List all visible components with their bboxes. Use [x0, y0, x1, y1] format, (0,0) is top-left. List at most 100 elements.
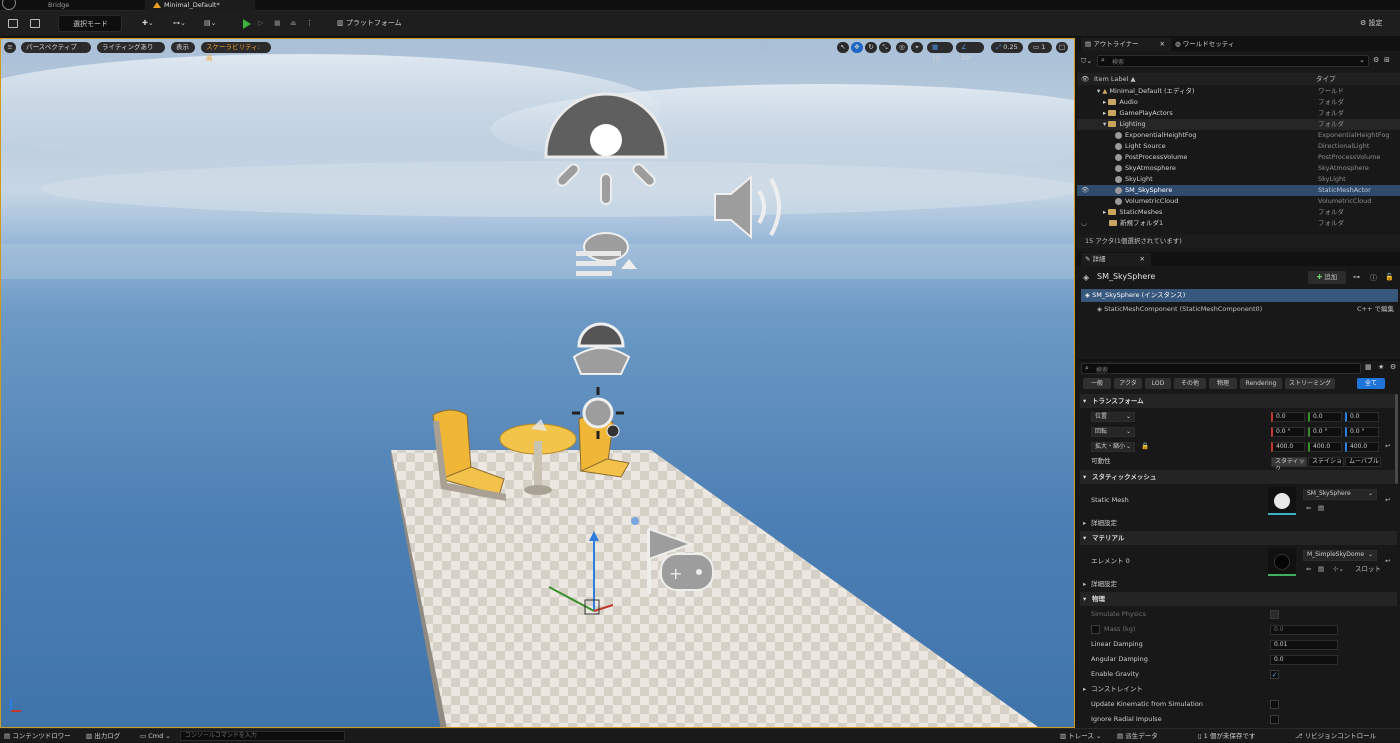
details-search-input[interactable]: ⌕ 検索	[1081, 363, 1361, 374]
revision-control-button[interactable]: ⎇ リビジョンコントロール	[1295, 729, 1376, 743]
visibility-icon[interactable]: 👁	[1081, 185, 1089, 196]
settings-button[interactable]: ⚙ 設定	[1355, 15, 1397, 32]
cmd-dropdown[interactable]: ▭ Cmd ⌄	[140, 729, 171, 743]
world-space-icon[interactable]: ◎	[896, 42, 908, 53]
unsaved-button[interactable]: ▯ 1 個が未保存です	[1198, 729, 1255, 743]
surface-snap-icon[interactable]: ⌖	[911, 42, 923, 53]
scale-y-field[interactable]: 400.0	[1308, 442, 1342, 452]
details-settings-icon[interactable]: ⚙	[1390, 363, 1396, 371]
grid-snap-toggle[interactable]: ▦ 10	[927, 42, 953, 62]
filter-streaming[interactable]: ストリーミング	[1285, 378, 1335, 389]
output-log-button[interactable]: ▥ 出力ログ	[86, 729, 120, 743]
location-y-field[interactable]: 0.0	[1308, 412, 1342, 422]
rotation-pitch-field[interactable]: 0.0 °	[1308, 427, 1342, 437]
outliner-add-icon[interactable]: ⊞	[1384, 56, 1390, 64]
reset-icon[interactable]: ↩	[1385, 439, 1390, 454]
help-icon[interactable]: ⓘ	[1370, 273, 1377, 283]
move-tool-icon[interactable]: ✥	[851, 42, 863, 53]
linear-damping-field[interactable]: 0.01	[1270, 640, 1338, 650]
location-mode-dropdown[interactable]: 位置 ⌄	[1091, 412, 1135, 422]
column-item-label[interactable]: Item Label ▲	[1094, 73, 1135, 85]
advanced-row[interactable]: ▸ 詳細設定	[1077, 516, 1400, 531]
tab-outliner[interactable]: ▤ アウトライナー ✕	[1081, 38, 1171, 51]
tree-row[interactable]: Light Source DirectionalLight	[1077, 141, 1400, 152]
outliner-settings-icon[interactable]: ⚙	[1373, 56, 1379, 64]
console-input[interactable]: コンソールコマンドを入力	[180, 731, 345, 741]
filter-actor[interactable]: アクタ	[1114, 378, 1142, 389]
rotation-yaw-field[interactable]: 0.0 °	[1345, 427, 1379, 437]
scale-snap-toggle[interactable]: ⤢ 0.25	[991, 42, 1023, 53]
hidden-eye-icon[interactable]: ◡	[1081, 218, 1087, 229]
simulate-physics-checkbox[interactable]	[1270, 610, 1279, 619]
tree-row[interactable]: SkyAtmosphere SkyAtmosphere	[1077, 163, 1400, 174]
browse-icon[interactable]	[27, 15, 43, 32]
enable-gravity-checkbox[interactable]: ✓	[1270, 670, 1279, 679]
scale-z-field[interactable]: 400.0	[1345, 442, 1379, 452]
outliner-search-input[interactable]: ⌕ 検索 ⌄	[1097, 55, 1369, 67]
update-kinematic-checkbox[interactable]	[1270, 700, 1279, 709]
reset-icon[interactable]: ↩	[1385, 493, 1390, 508]
filter-general[interactable]: 一般	[1083, 378, 1111, 389]
rotation-snap-toggle[interactable]: ∠ 10°	[956, 42, 984, 62]
tree-row[interactable]: ▸ Audio フォルダ	[1077, 97, 1400, 108]
slot-options-icon[interactable]: ⊹⌄	[1333, 563, 1344, 575]
tree-row[interactable]: ExponentialHeightFog ExponentialHeightFo…	[1077, 130, 1400, 141]
tree-row[interactable]: PostProcessVolume PostProcessVolume	[1077, 152, 1400, 163]
lock-icon[interactable]: 🔓	[1385, 273, 1394, 281]
outliner-filter-icon[interactable]: ⛉⌄	[1081, 57, 1092, 66]
location-z-field[interactable]: 0.0	[1345, 412, 1379, 422]
blueprint-icon[interactable]: ⊶	[1353, 273, 1360, 281]
section-physics[interactable]: ▾ 物理	[1080, 592, 1397, 606]
mass-field[interactable]: 0.0	[1270, 625, 1338, 635]
tree-row-selected[interactable]: 👁 SM_SkySphere StaticMeshActor	[1077, 185, 1400, 196]
content-drawer-button[interactable]: ▤ コンテンツドロワー	[4, 729, 71, 743]
play-options-icon[interactable]: ⋮	[306, 15, 316, 32]
tab-level[interactable]: Minimal_Default*	[145, 0, 255, 11]
rotation-roll-field[interactable]: 0.0 °	[1271, 427, 1305, 437]
location-x-field[interactable]: 0.0	[1271, 412, 1305, 422]
filter-physics[interactable]: 物理	[1209, 378, 1237, 389]
scalability-warning[interactable]: スケーラビリティ:高	[201, 42, 271, 62]
tree-row[interactable]: SkyLight SkyLight	[1077, 174, 1400, 185]
column-type[interactable]: タイプ	[1316, 73, 1336, 85]
tab-details[interactable]: ✎ 詳細 ✕	[1081, 253, 1151, 266]
mesh-thumbnail[interactable]	[1268, 487, 1296, 515]
show-button[interactable]: 表示	[171, 42, 195, 53]
filter-all[interactable]: 全て	[1357, 378, 1385, 389]
browse-asset-icon[interactable]: ▤	[1318, 502, 1324, 514]
mobility-stationary[interactable]: ステイショ	[1308, 457, 1344, 467]
static-mesh-picker[interactable]: SM_SkySphere ⌄	[1303, 489, 1377, 500]
use-selected-icon[interactable]: ⇐	[1306, 563, 1311, 575]
level-viewport[interactable]: + ≡ パースペクティブ ライティングあり 表示 スケーラビリティ:高 ↖ ✥ …	[0, 38, 1075, 728]
tree-row[interactable]: ▸ StaticMeshes フォルダ	[1077, 207, 1400, 218]
rotation-mode-dropdown[interactable]: 回転 ⌄	[1091, 427, 1135, 437]
mass-override-checkbox[interactable]	[1091, 625, 1100, 634]
select-mode-dropdown[interactable]: 選択モード ⌄	[58, 15, 122, 45]
filter-rendering[interactable]: Rendering	[1240, 378, 1282, 389]
edit-in-cpp-link[interactable]: C++ で編集	[1357, 303, 1394, 316]
section-materials[interactable]: ▾ マテリアル	[1080, 531, 1397, 545]
reset-icon[interactable]: ↩	[1385, 554, 1390, 569]
tab-bridge[interactable]: Bridge	[40, 0, 140, 11]
lock-ratio-icon[interactable]: 🔒	[1141, 439, 1149, 454]
select-tool-icon[interactable]: ↖	[837, 42, 849, 53]
close-icon[interactable]: ✕	[1160, 38, 1165, 51]
panel-splitter[interactable]	[1077, 359, 1400, 361]
blueprint-button[interactable]: ⊶⌄	[168, 15, 192, 32]
constraints-row[interactable]: ▸ コンストレイント	[1077, 682, 1400, 697]
tree-row[interactable]: ◡ 新規フォルダ1 フォルダ	[1077, 218, 1400, 229]
step-button[interactable]: ▷	[258, 15, 272, 32]
scale-tool-icon[interactable]: ⤡	[879, 42, 891, 53]
maximize-viewport-icon[interactable]: □	[1056, 42, 1068, 53]
camera-speed-button[interactable]: ▭ 1	[1028, 42, 1052, 53]
use-selected-icon[interactable]: ⇐	[1306, 502, 1311, 514]
tab-world-settings[interactable]: ◍ ワールドセッティ	[1171, 38, 1251, 51]
scale-mode-dropdown[interactable]: 拡大・縮小 ⌄	[1091, 442, 1135, 452]
material-picker[interactable]: M_SimpleSkyDome ⌄	[1303, 550, 1377, 561]
material-thumbnail[interactable]	[1268, 548, 1296, 576]
advanced-row[interactable]: ▸ 詳細設定	[1077, 577, 1400, 592]
filter-lod[interactable]: LOD	[1145, 378, 1171, 389]
section-transform[interactable]: ▾ トランスフォーム	[1080, 394, 1397, 408]
favorite-star-icon[interactable]: ★	[1378, 363, 1384, 371]
tree-row[interactable]: ▾ Lighting フォルダ	[1077, 119, 1400, 130]
